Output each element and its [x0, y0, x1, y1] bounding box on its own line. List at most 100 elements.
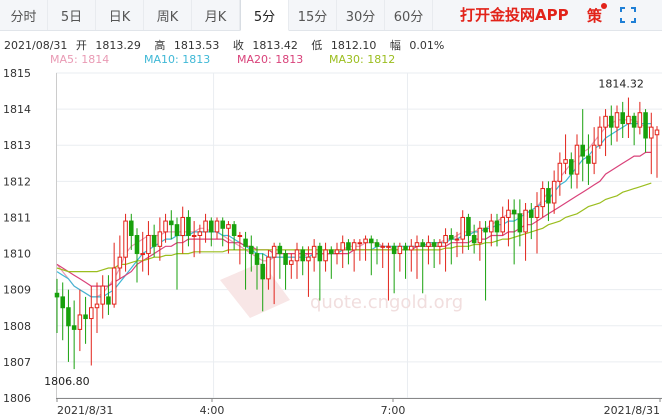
candle-body: [626, 115, 631, 125]
candle-body: [174, 224, 180, 237]
candle-body: [66, 307, 71, 327]
x-tick-label: 4:00: [200, 404, 225, 417]
candle-body: [534, 206, 540, 218]
candle-body: [191, 235, 197, 237]
y-tick-label: 1809: [3, 284, 31, 297]
y-tick-label: 1807: [3, 356, 31, 369]
candle-body: [580, 144, 585, 157]
candle-body: [414, 242, 420, 247]
candle-body: [386, 245, 391, 248]
candle-body: [591, 144, 597, 164]
low-annotation: 1806.80: [44, 375, 89, 388]
x-tick-label: 2021/8/31: [57, 404, 113, 417]
candle-body: [574, 144, 580, 175]
candle-body: [540, 188, 545, 208]
candle-body: [317, 245, 323, 262]
candle-body: [186, 216, 191, 236]
candle-body: [506, 209, 511, 218]
candle-body: [529, 209, 534, 218]
candle-body: [197, 231, 203, 236]
y-tick-label: 1814: [3, 103, 31, 116]
candle-body: [169, 220, 174, 226]
candlestick-chart[interactable]: 1815 1814 1813 1812 1811 1810 1809 1808 1807 1806…: [0, 0, 662, 418]
candle-body: [466, 216, 471, 236]
y-tick-label: 1815: [3, 67, 31, 80]
candle-body: [374, 242, 380, 247]
candle-body: [151, 235, 157, 247]
candle-body: [226, 224, 231, 229]
candle-body: [231, 224, 237, 237]
candle-body: [557, 162, 563, 182]
candle-body: [334, 249, 340, 255]
candle-body: [649, 126, 654, 139]
candle-body: [460, 216, 465, 240]
candle-body: [300, 249, 305, 262]
candle-body: [209, 220, 214, 233]
candle-body: [134, 235, 140, 255]
candle-body: [483, 227, 488, 233]
candle-body: [351, 242, 357, 251]
candle-body: [249, 245, 254, 255]
candle-body: [340, 242, 345, 251]
y-tick-label: 1811: [3, 211, 31, 224]
candle-body: [614, 112, 620, 128]
candle-body: [220, 220, 225, 229]
candle-body: [271, 245, 277, 258]
candle-body: [77, 314, 83, 330]
candle-body: [454, 238, 460, 241]
candle-body: [214, 220, 220, 233]
candle-body: [500, 216, 505, 233]
high-annotation: 1814.32: [598, 78, 644, 91]
candle-body: [106, 296, 111, 305]
candle-body: [426, 242, 431, 247]
candle-body: [283, 253, 288, 265]
candle-body: [277, 245, 283, 255]
candle-body: [517, 213, 523, 233]
y-tick-label: 1808: [3, 320, 31, 333]
candle-body: [311, 245, 317, 258]
candle-body: [71, 325, 77, 330]
candle-body: [437, 242, 443, 247]
candle-body: [449, 235, 454, 240]
candle-body: [363, 238, 368, 244]
candle-body: [546, 188, 551, 204]
candle-body: [643, 112, 648, 139]
candle-body: [129, 220, 134, 237]
candle-body: [346, 242, 351, 251]
candle-body: [146, 235, 151, 255]
candle-body: [163, 220, 168, 233]
candle-body: [420, 242, 425, 247]
candle-body: [511, 209, 517, 215]
candle-body: [157, 231, 163, 247]
candle-body: [391, 245, 397, 255]
candle-body: [631, 115, 637, 128]
candle-body: [123, 220, 128, 258]
candle-body: [323, 249, 328, 262]
candle-body: [603, 115, 608, 128]
candle-body: [140, 253, 145, 256]
candle-body: [569, 159, 574, 175]
watermark-text: quote.cngold.org: [310, 292, 463, 313]
candle-body: [597, 126, 603, 146]
candle-body: [471, 235, 477, 244]
candle-body: [180, 216, 185, 236]
candle-body: [111, 267, 117, 305]
candle-body: [237, 235, 243, 237]
y-tick-label: 1812: [3, 175, 31, 188]
candle-body: [551, 180, 557, 204]
candle-body: [266, 256, 271, 280]
candle-body: [369, 238, 374, 244]
candle-body: [54, 292, 60, 298]
candle-body: [620, 112, 625, 125]
candle-body: [403, 245, 408, 251]
candle-body: [294, 249, 300, 262]
candle-body: [380, 245, 385, 248]
candle-body: [494, 220, 500, 233]
candle-body: [83, 314, 88, 320]
candle-body: [443, 235, 448, 244]
y-tick-label: 1810: [3, 248, 31, 261]
y-tick-label: 1806: [3, 392, 31, 405]
candle-body: [100, 285, 105, 305]
candle-body: [203, 220, 208, 233]
candle-body: [254, 253, 260, 265]
